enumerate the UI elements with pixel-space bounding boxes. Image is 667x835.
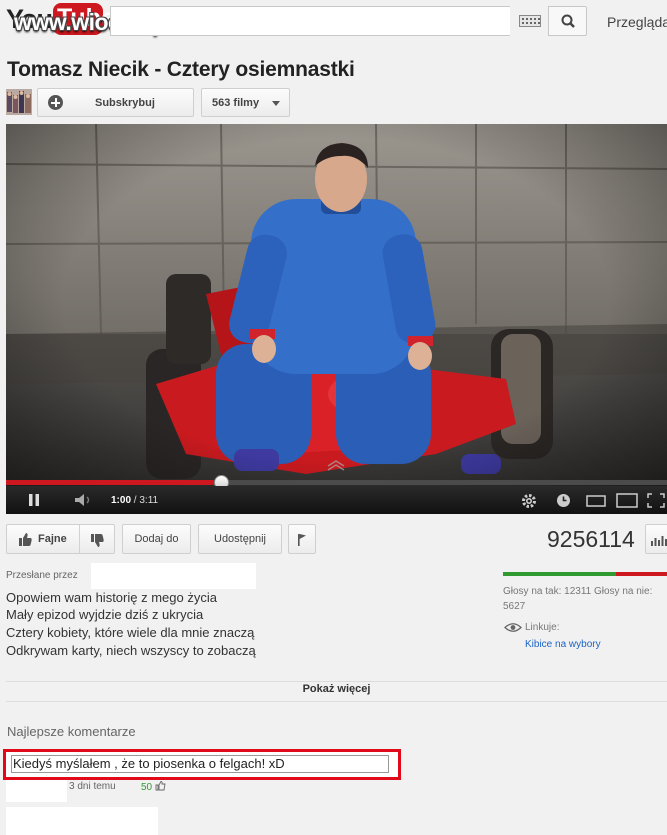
share-button[interactable]: Udostępnij	[198, 524, 282, 554]
thumbs-up-icon[interactable]	[155, 781, 166, 791]
video-frame: 21	[6, 124, 667, 514]
best-comments-heading: Najlepsze komentarze	[7, 724, 136, 739]
add-to-button[interactable]: Dodaj do	[122, 524, 191, 554]
share-label: Udostępnij	[214, 533, 266, 545]
linking-site-link[interactable]: Kibice na wybory	[525, 639, 601, 650]
search-button[interactable]	[548, 6, 587, 36]
add-to-label: Dodaj do	[134, 533, 179, 545]
pause-icon[interactable]	[27, 493, 41, 507]
show-more-button[interactable]: Pokaż więcej	[6, 683, 667, 701]
large-player-icon[interactable]	[616, 493, 638, 508]
chevron-down-icon	[272, 101, 280, 106]
button-divider	[79, 525, 80, 553]
redacted-commenter	[6, 780, 67, 802]
flag-button[interactable]	[288, 524, 316, 554]
current-time: 1:00	[111, 495, 132, 506]
comment-time: 3 dni temu	[69, 781, 116, 792]
volume-icon[interactable]	[73, 493, 93, 507]
thumbs-down-icon[interactable]	[90, 533, 105, 548]
likes-bar	[503, 572, 616, 576]
subscribe-label: Subskrybuj	[95, 97, 155, 109]
search-icon	[561, 14, 575, 28]
watch-later-clock-icon[interactable]	[555, 492, 572, 509]
comment-likes-count: 50	[141, 782, 153, 793]
channel-videos-button[interactable]: 563 filmy	[201, 88, 290, 117]
comment-text: Kiedyś myślałem , że to piosenka o felga…	[11, 755, 389, 773]
plus-icon	[48, 95, 63, 110]
divider	[6, 701, 667, 702]
bar-chart-icon	[651, 536, 667, 546]
time-display: 1:00 / 3:11	[111, 495, 159, 506]
video-title: Tomasz Niecik - Cztery osiemnastki	[7, 58, 355, 81]
small-player-icon[interactable]	[586, 495, 606, 507]
comment-likes: 50	[141, 781, 166, 793]
duration: 3:11	[139, 495, 159, 506]
links-label: Linkuje:	[525, 622, 560, 633]
description-line: Opowiem wam historię z mego życia	[6, 590, 217, 605]
browse-link[interactable]: Przeglądaj	[607, 14, 667, 30]
videos-count-label: 563 filmy	[212, 97, 260, 109]
view-count: 9256114	[547, 526, 635, 552]
eye-icon	[504, 623, 522, 632]
description-line: Cztery kobiety, które wiele dla mnie zna…	[6, 625, 255, 640]
statistics-button[interactable]	[645, 524, 667, 554]
like-label: Fajne	[38, 533, 67, 545]
search-input[interactable]	[110, 6, 510, 36]
comment-highlight: Kiedyś myślałem , że to piosenka o felga…	[3, 749, 401, 780]
thumbs-up-icon	[19, 533, 32, 546]
description-line: Odkrywam karty, niech wszyscy to zobaczą	[6, 643, 256, 658]
description-line: Mały epizod wyjdzie dziś z ukrycia	[6, 607, 204, 622]
fullscreen-icon[interactable]	[647, 493, 665, 508]
settings-gear-icon[interactable]	[520, 492, 538, 510]
redacted-uploader	[91, 563, 256, 589]
video-player[interactable]: 21	[6, 124, 667, 514]
divider	[6, 681, 667, 682]
redacted-reply	[6, 807, 158, 835]
uploaded-by-label: Przesłane przez	[6, 570, 78, 581]
player-controls	[6, 486, 667, 514]
keyboard-icon[interactable]	[519, 15, 541, 27]
subscribe-button[interactable]: Subskrybuj	[37, 88, 194, 117]
progress-played	[6, 480, 214, 485]
flag-icon	[298, 534, 306, 546]
channel-avatar[interactable]	[6, 89, 32, 115]
dislikes-bar	[616, 572, 667, 576]
votes-text: Głosy na tak: 12311 Głosy na nie: 5627	[503, 586, 653, 612]
like-button[interactable]: Fajne	[6, 524, 115, 554]
